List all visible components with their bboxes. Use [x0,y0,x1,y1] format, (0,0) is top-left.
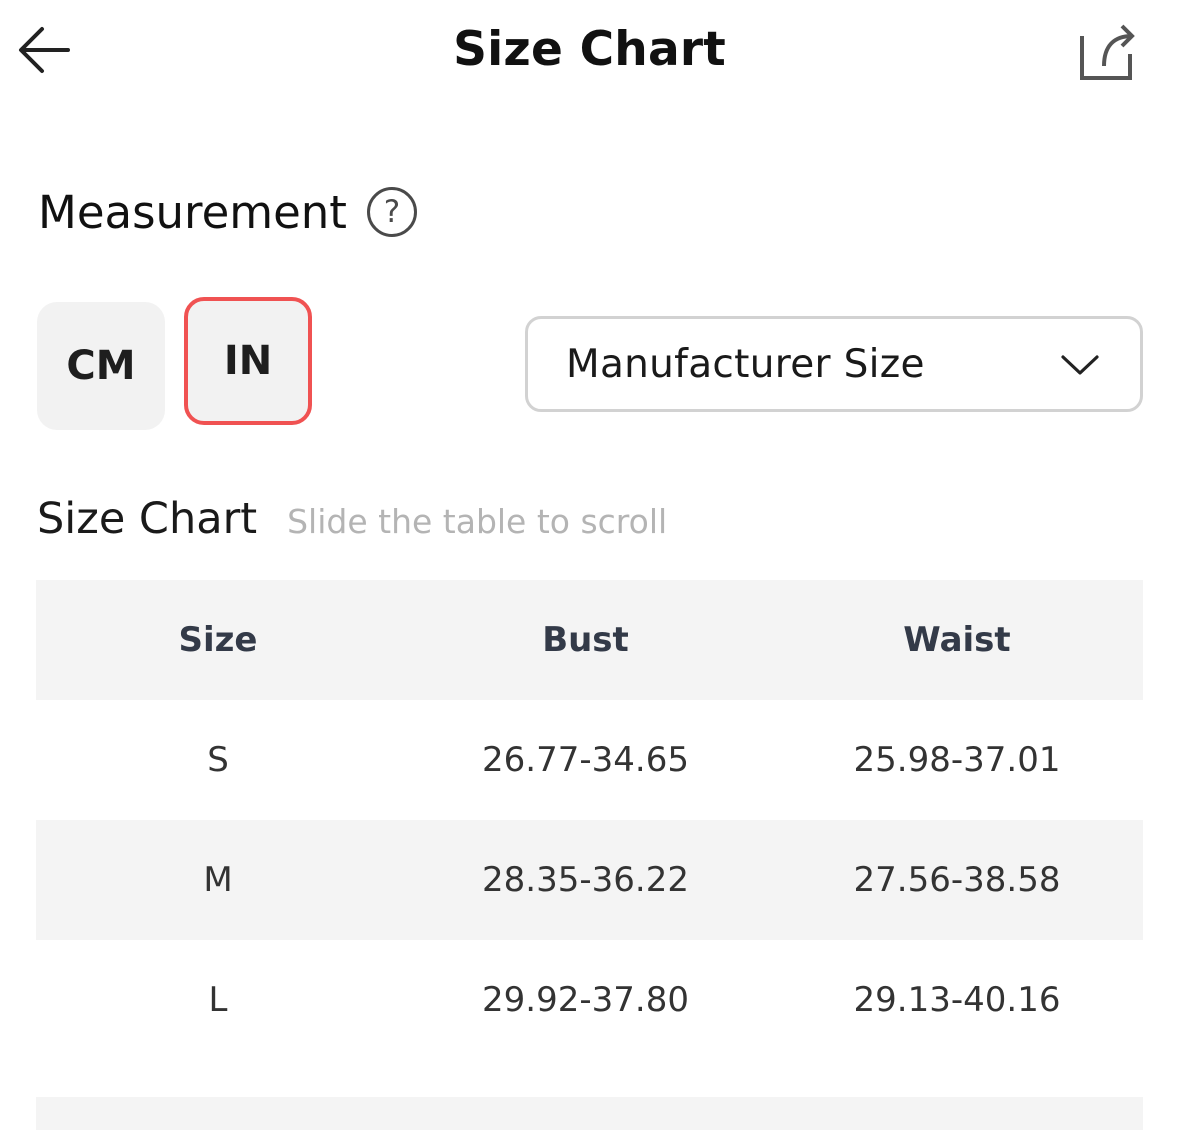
help-icon[interactable]: ? [366,187,417,237]
unit-in-button[interactable]: IN [184,297,312,425]
next-section-partial [36,1097,1143,1130]
measurement-row: Measurement ? [38,182,417,242]
size-chart-title: Size Chart [37,494,258,544]
bust-cell: 29.92-37.80 [482,980,689,1020]
size-type-select[interactable]: Manufacturer Size [525,316,1143,412]
share-icon [1080,24,1135,80]
size-table[interactable]: Size Bust Waist S 26.77-34.65 25.98-37.0… [36,580,1143,1060]
bust-cell: 28.35-36.22 [482,860,689,900]
help-glyph: ? [383,194,401,230]
unit-cm-button[interactable]: CM [37,302,165,430]
table-header-row: Size Bust Waist [36,580,1143,700]
waist-cell: 25.98-37.01 [853,740,1061,780]
column-header-bust: Bust [542,620,629,660]
header: Size Chart [0,0,1179,100]
size-cell: M [203,860,233,900]
share-button[interactable] [1072,18,1138,84]
size-chart-page: Size Chart Measurement ? CM IN Manufactu… [0,0,1179,1130]
waist-cell: 27.56-38.58 [853,860,1061,900]
unit-in-label: IN [223,338,273,384]
scroll-hint: Slide the table to scroll [287,502,668,541]
bust-cell: 26.77-34.65 [482,740,689,780]
column-header-size: Size [178,620,258,660]
size-chart-heading: Size Chart Slide the table to scroll [37,494,667,544]
table-row: S 26.77-34.65 25.98-37.01 [36,700,1143,820]
chevron-down-icon [1061,355,1099,375]
size-cell: S [207,740,229,780]
size-cell: L [208,980,228,1020]
size-type-value: Manufacturer Size [566,341,925,387]
page-title: Size Chart [453,22,726,77]
waist-cell: 29.13-40.16 [853,980,1061,1020]
column-header-waist: Waist [903,620,1011,660]
unit-cm-label: CM [66,343,136,389]
measurement-title: Measurement [38,185,347,239]
table-row: L 29.92-37.80 29.13-40.16 [36,940,1143,1060]
table-row: M 28.35-36.22 27.56-38.58 [36,820,1143,940]
